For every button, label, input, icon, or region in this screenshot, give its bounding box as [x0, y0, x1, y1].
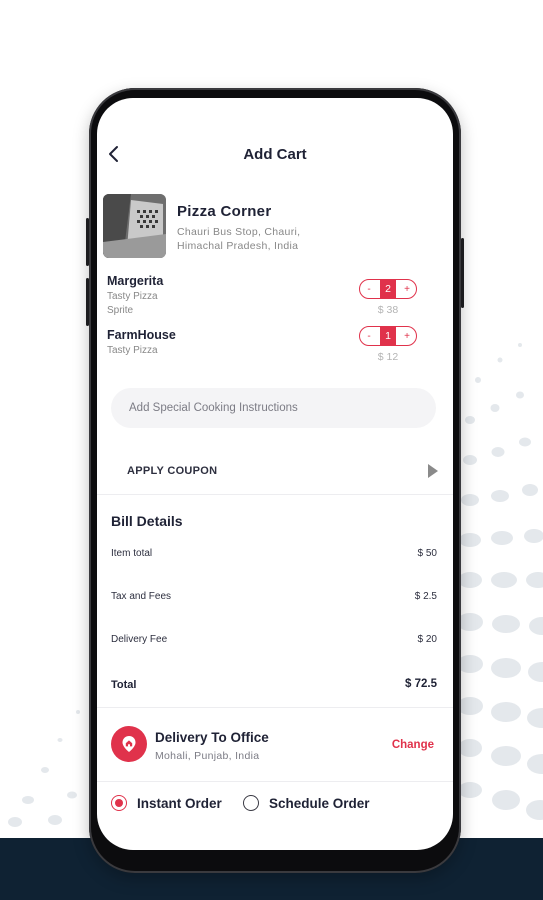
- app-screen: Add Cart Pizza Corner Chauri Bus Stop, C…: [97, 98, 453, 850]
- quantity-stepper: - 2 +: [359, 279, 417, 299]
- cart-item-price: $ 12: [377, 351, 399, 363]
- cart-item-name: FarmHouse: [107, 328, 176, 342]
- decrement-button[interactable]: -: [360, 284, 378, 295]
- restaurant-image: [103, 194, 166, 258]
- order-option-instant[interactable]: Instant Order: [111, 795, 222, 811]
- divider: [97, 494, 453, 495]
- bill-row-value: $ 20: [417, 634, 437, 645]
- play-arrow-icon: [428, 464, 438, 478]
- restaurant-name: Pizza Corner: [177, 203, 272, 220]
- cart-item: Margerita Tasty Pizza Sprite: [107, 274, 163, 316]
- quantity-value: 2: [380, 280, 396, 298]
- order-option-schedule[interactable]: Schedule Order: [243, 795, 370, 811]
- restaurant-address-line: Himachal Pradesh, India: [177, 240, 299, 252]
- cooking-instructions-input[interactable]: Add Special Cooking Instructions: [111, 388, 436, 428]
- home-pin-icon: [122, 736, 136, 752]
- phone-side-button: [86, 218, 89, 266]
- bill-row-label: Tax and Fees: [111, 591, 172, 602]
- divider: [97, 707, 453, 708]
- restaurant-address-line: Chauri Bus Stop, Chauri,: [177, 226, 301, 238]
- bill-total-value: $ 72.5: [405, 678, 437, 690]
- phone-frame: Add Cart Pizza Corner Chauri Bus Stop, C…: [86, 88, 464, 873]
- change-address-button[interactable]: Change: [392, 739, 434, 751]
- restaurant-address: Chauri Bus Stop, Chauri, Himachal Prades…: [177, 225, 300, 253]
- divider: [97, 781, 453, 782]
- bill-row-label: Delivery Fee: [111, 634, 168, 645]
- cart-item-detail: Tasty Pizza: [107, 291, 158, 302]
- delivery-location-icon: [111, 726, 147, 762]
- bill-row-value: $ 2.5: [414, 591, 437, 602]
- order-option-label: Instant Order: [137, 795, 222, 811]
- bill-row-label: Item total: [111, 548, 153, 559]
- cart-item-detail: Tasty Pizza: [107, 345, 158, 356]
- apply-coupon-link[interactable]: APPLY COUPON: [127, 465, 217, 477]
- increment-button[interactable]: +: [398, 284, 416, 295]
- quantity-stepper: - 1 +: [359, 326, 417, 346]
- apply-coupon-arrow[interactable]: [427, 464, 439, 478]
- delivery-address: Mohali, Punjab, India: [155, 750, 260, 762]
- order-option-label: Schedule Order: [269, 795, 370, 811]
- bill-total-label: Total: [111, 679, 137, 691]
- quantity-value: 1: [380, 327, 396, 345]
- bill-details-title: Bill Details: [111, 513, 183, 529]
- increment-button[interactable]: +: [398, 331, 416, 342]
- cart-item-price: $ 38: [377, 304, 399, 316]
- radio-unselected-icon[interactable]: [243, 795, 259, 811]
- delivery-title: Delivery To Office: [155, 730, 269, 745]
- phone-side-button: [461, 238, 464, 308]
- phone-side-button: [86, 278, 89, 326]
- cart-item-name: Margerita: [107, 274, 164, 288]
- decrement-button[interactable]: -: [360, 331, 378, 342]
- cart-item: FarmHouse Tasty Pizza: [107, 328, 176, 356]
- bill-row-value: $ 50: [417, 548, 437, 559]
- cart-item-detail: Sprite: [107, 305, 134, 316]
- radio-selected-icon[interactable]: [111, 795, 127, 811]
- page-title: Add Cart: [243, 146, 307, 163]
